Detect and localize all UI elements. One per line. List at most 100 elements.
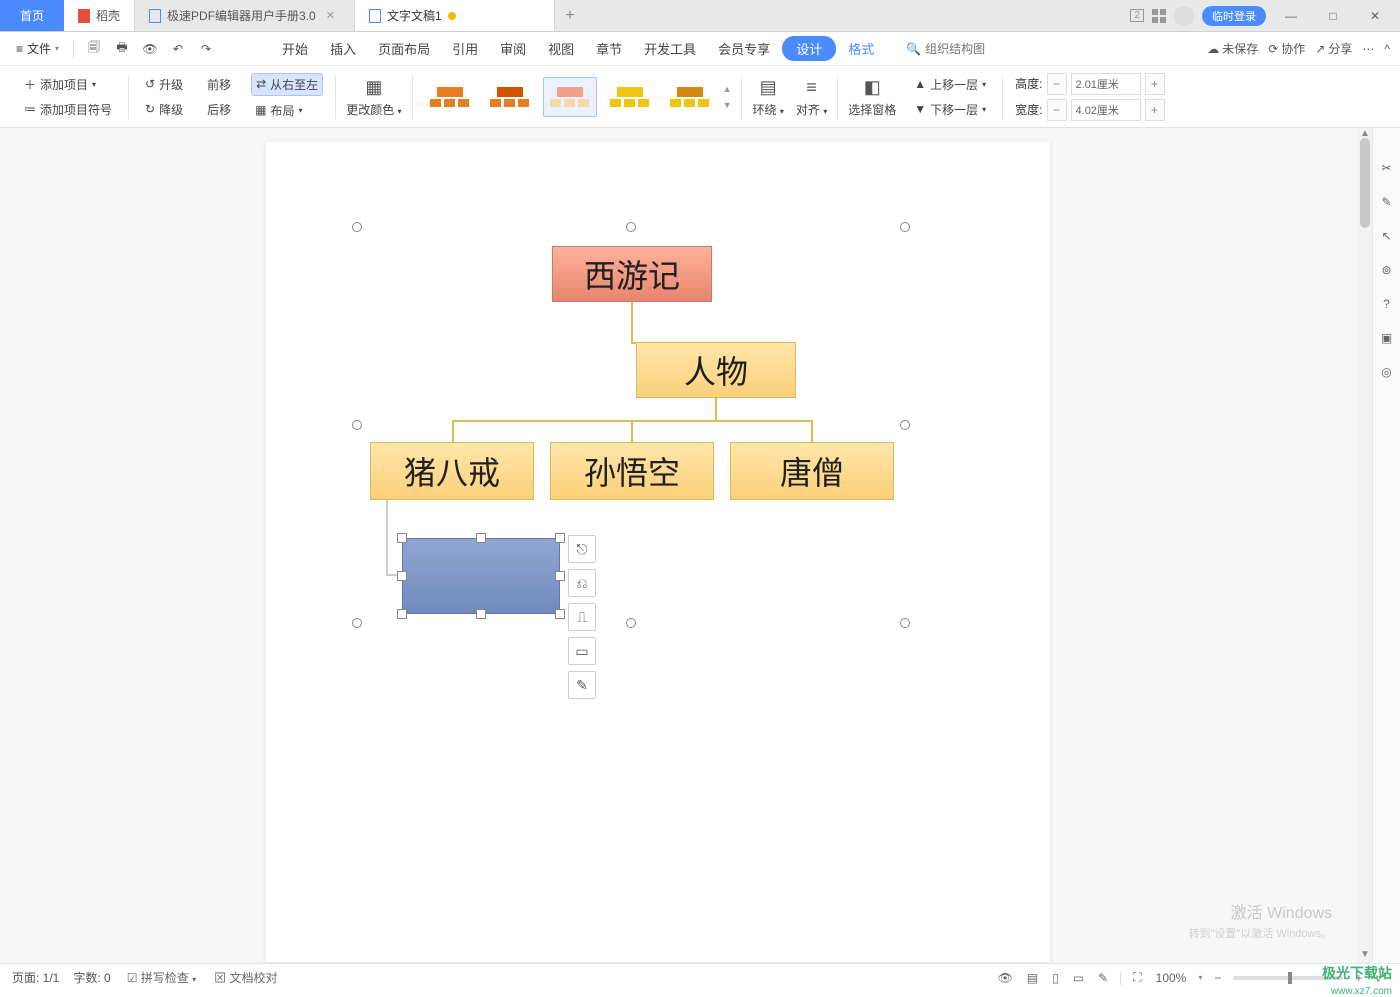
height-minus[interactable]: − (1047, 73, 1067, 95)
org-node-c[interactable]: 唐僧 (730, 442, 894, 500)
node-handle[interactable] (397, 609, 407, 619)
style-swatch-2[interactable] (483, 77, 537, 117)
side-help-icon[interactable]: ? (1377, 294, 1397, 314)
org-node-selected[interactable] (402, 538, 560, 614)
scroll-thumb[interactable] (1360, 138, 1370, 228)
fit-icon[interactable]: ⛶ (1131, 970, 1143, 985)
file-menu[interactable]: ≡ 文件 ▾ (10, 40, 65, 57)
gallery-up-icon[interactable]: ▲ (723, 84, 732, 94)
align-button[interactable]: ≡对齐 ▾ (790, 73, 833, 120)
width-minus[interactable]: − (1047, 99, 1067, 121)
tab-document-1[interactable]: 文字文稿1 (355, 0, 555, 31)
node-handle[interactable] (555, 609, 565, 619)
style-swatch-5[interactable] (663, 77, 717, 117)
side-image-icon[interactable]: ▣ (1377, 328, 1397, 348)
node-handle[interactable] (397, 571, 407, 581)
float-add-coworker[interactable]: ⎌ (568, 569, 596, 597)
unsaved-indicator[interactable]: ☁未保存 (1207, 40, 1258, 57)
add-bullet-button[interactable]: ≔添加项目符号 (20, 99, 116, 120)
org-node-b[interactable]: 孙悟空 (550, 442, 714, 500)
close-window-button[interactable]: ✕ (1358, 0, 1392, 31)
share-button[interactable]: ↗分享 (1315, 40, 1352, 57)
height-input[interactable] (1071, 73, 1141, 95)
tab-home[interactable]: 首页 (0, 0, 64, 31)
float-format[interactable]: ✎ (568, 671, 596, 699)
node-handle[interactable] (476, 533, 486, 543)
window-count-icon[interactable]: 2 (1130, 9, 1144, 22)
width-input[interactable] (1071, 99, 1141, 121)
height-plus[interactable]: + (1145, 73, 1165, 95)
view-book-icon[interactable]: ▭ (1071, 971, 1086, 985)
close-icon[interactable]: ✕ (326, 9, 335, 22)
menu-member[interactable]: 会员专享 (708, 35, 780, 62)
spellcheck-toggle[interactable]: ☑ 拼写检查 ▾ (125, 969, 198, 986)
menu-start[interactable]: 开始 (272, 35, 318, 62)
qa-redo-icon[interactable]: ↷ (194, 37, 218, 61)
menu-insert[interactable]: 插入 (320, 35, 366, 62)
move-backward-button[interactable]: 后移 (203, 99, 235, 120)
minimize-button[interactable]: — (1274, 0, 1308, 31)
layout-button[interactable]: ▦布局 ▾ (251, 100, 323, 121)
menu-pagelayout[interactable]: 页面布局 (368, 35, 440, 62)
search-input[interactable] (925, 42, 1005, 56)
qa-print-icon[interactable]: 🖶 (110, 37, 134, 61)
zoom-out-button[interactable]: − (1212, 971, 1223, 985)
node-handle[interactable] (555, 533, 565, 543)
selection-handle[interactable] (626, 618, 636, 628)
side-cursor-icon[interactable]: ↖ (1377, 226, 1397, 246)
page-indicator[interactable]: 页面: 1/1 (12, 969, 59, 986)
view-eye-icon[interactable]: 👁 (996, 971, 1015, 985)
bring-forward-button[interactable]: ▲上移一层 ▾ (910, 74, 990, 95)
wrap-button[interactable]: ▤环绕 ▾ (746, 73, 789, 120)
scroll-down-icon[interactable]: ▼ (1358, 949, 1372, 963)
qa-undo-icon[interactable]: ↶ (166, 37, 190, 61)
float-edit-text[interactable]: ▭ (568, 637, 596, 665)
org-node-root[interactable]: 西游记 (552, 246, 712, 302)
menu-review[interactable]: 审阅 (490, 35, 536, 62)
view-read-icon[interactable]: ▯ (1050, 971, 1061, 985)
coop-button[interactable]: ⟳协作 (1268, 40, 1305, 57)
add-item-button[interactable]: ＋添加项目 ▾ (20, 74, 116, 95)
float-add-subordinate[interactable]: ⎋ (568, 535, 596, 563)
menu-view[interactable]: 视图 (538, 35, 584, 62)
promote-button[interactable]: ↺升级 (141, 74, 187, 95)
avatar[interactable] (1174, 6, 1194, 26)
node-handle[interactable] (476, 609, 486, 619)
tab-daoke[interactable]: 稻壳 (64, 0, 135, 31)
selection-handle[interactable] (352, 420, 362, 430)
side-clip-icon[interactable]: ✂ (1377, 158, 1397, 178)
add-tab-button[interactable]: + (555, 0, 585, 31)
selection-handle[interactable] (352, 222, 362, 232)
more-menu[interactable]: ⋯ (1362, 42, 1374, 56)
selection-handle[interactable] (352, 618, 362, 628)
doc-compare-toggle[interactable]: ⊠ 文档校对 (212, 969, 279, 986)
gallery-down-icon[interactable]: ▼ (723, 100, 732, 110)
view-web-icon[interactable]: ✎ (1096, 971, 1110, 985)
selection-handle[interactable] (626, 222, 636, 232)
side-pen-icon[interactable]: ✎ (1377, 192, 1397, 212)
width-plus[interactable]: + (1145, 99, 1165, 121)
selection-pane-button[interactable]: ◧选择窗格 (842, 73, 902, 120)
zoom-value[interactable]: 100% (1154, 971, 1189, 985)
node-handle[interactable] (397, 533, 407, 543)
style-swatch-3[interactable] (543, 77, 597, 117)
document-area[interactable]: 西游记 人物 猪八戒 孙悟空 唐僧 ⎋ ⎌ ⎍ ▭ ✎ 激活 Wind (0, 128, 1372, 963)
selection-handle[interactable] (900, 420, 910, 430)
menu-references[interactable]: 引用 (442, 35, 488, 62)
qa-preview-icon[interactable]: 👁 (138, 37, 162, 61)
change-color-button[interactable]: ▦ 更改颜色 ▾ (340, 73, 407, 120)
float-add-assistant[interactable]: ⎍ (568, 603, 596, 631)
node-handle[interactable] (555, 571, 565, 581)
move-forward-button[interactable]: 前移 (203, 74, 235, 95)
org-node-sub[interactable]: 人物 (636, 342, 796, 398)
collapse-ribbon[interactable]: ^ (1384, 42, 1390, 56)
side-target-icon[interactable]: ◎ (1377, 362, 1397, 382)
style-swatch-4[interactable] (603, 77, 657, 117)
demote-button[interactable]: ↻降级 (141, 99, 187, 120)
menu-chapter[interactable]: 章节 (586, 35, 632, 62)
side-settings-icon[interactable]: ⊚ (1377, 260, 1397, 280)
menu-devtools[interactable]: 开发工具 (634, 35, 706, 62)
maximize-button[interactable]: □ (1316, 0, 1350, 31)
vertical-scrollbar[interactable]: ▲ ▼ (1358, 128, 1372, 963)
apps-icon[interactable] (1152, 9, 1166, 23)
